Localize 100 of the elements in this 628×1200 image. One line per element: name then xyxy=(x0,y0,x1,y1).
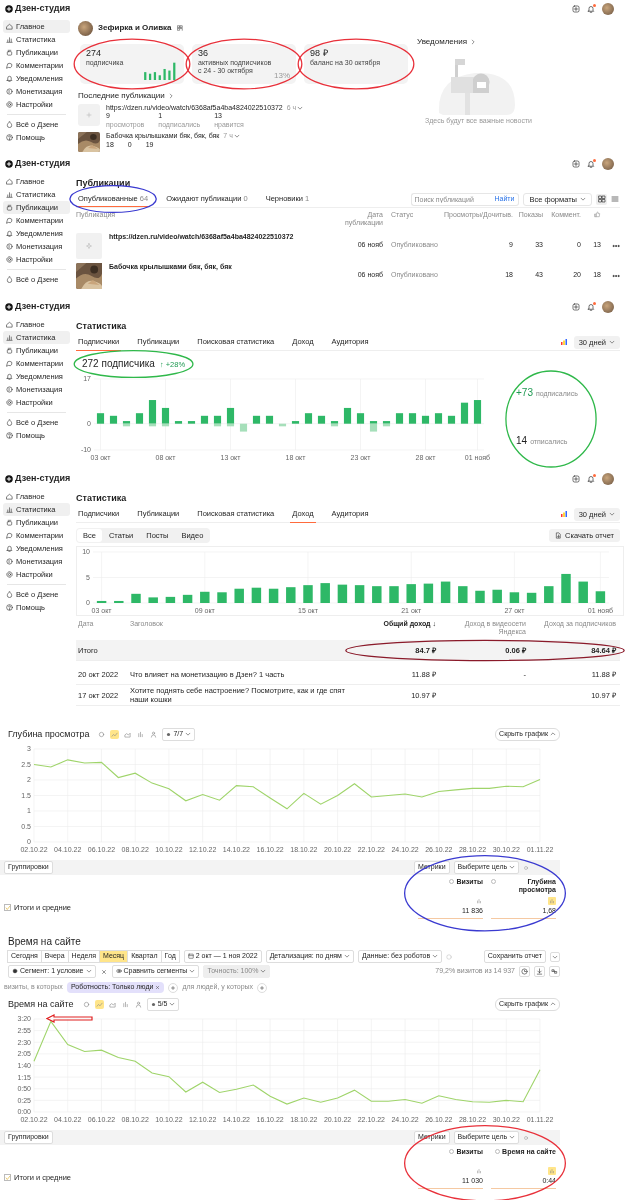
chart-toggle-button[interactable] xyxy=(475,1167,483,1175)
chart-bar xyxy=(526,592,537,603)
app-title: Дзен-студия xyxy=(15,473,71,484)
grid-view-button[interactable] xyxy=(596,193,607,205)
bell-icon xyxy=(587,302,595,311)
check-icon xyxy=(4,1174,11,1181)
chart-bar xyxy=(286,587,296,603)
avatar[interactable] xyxy=(602,157,614,170)
add-icon xyxy=(170,984,177,991)
chart-bar xyxy=(234,588,244,603)
app-title: Дзен-студия xyxy=(15,301,71,312)
home-icon xyxy=(6,493,13,500)
line-chart-icon xyxy=(111,731,119,738)
plus-circle-icon xyxy=(5,474,13,483)
chart-bar xyxy=(460,402,469,424)
chart-bar xyxy=(320,583,330,603)
person-button[interactable] xyxy=(149,730,159,739)
avatar[interactable] xyxy=(602,2,614,15)
pie-chart-icon xyxy=(98,731,106,738)
person-button[interactable] xyxy=(133,1000,143,1009)
stack-icon xyxy=(6,347,13,354)
chart-bar xyxy=(252,415,261,424)
add-icon xyxy=(259,984,266,991)
person-icon xyxy=(150,731,158,738)
bar-chart-button[interactable] xyxy=(120,1000,130,1009)
chevron-down-icon xyxy=(185,731,192,738)
chart-bar xyxy=(544,586,554,603)
flame-icon xyxy=(6,419,13,426)
close-icon xyxy=(155,985,161,990)
chart-bar xyxy=(96,600,107,603)
chevron-down-icon xyxy=(189,968,196,975)
calendar-icon xyxy=(187,953,194,960)
chevron-right-icon xyxy=(167,93,174,99)
chart-bar xyxy=(395,413,404,424)
chevron-down-icon xyxy=(260,968,267,975)
bar-chart-icon xyxy=(121,1001,129,1008)
coin-icon xyxy=(6,386,13,393)
chart-bar xyxy=(389,586,399,603)
notifications-button[interactable] xyxy=(587,159,595,168)
coin-icon xyxy=(6,558,13,565)
chart-toggle-button[interactable] xyxy=(475,897,483,905)
chart-bar xyxy=(109,415,118,424)
avatar[interactable] xyxy=(602,300,614,313)
area-chart-button[interactable] xyxy=(123,730,133,739)
sparkle-icon xyxy=(85,241,93,250)
add-button[interactable] xyxy=(572,159,580,168)
notifications-link[interactable]: Уведомления xyxy=(417,37,607,47)
chevron-up-icon xyxy=(550,1001,556,1008)
clock-button[interactable] xyxy=(519,966,530,977)
area-chart-icon xyxy=(108,1001,116,1008)
page-title: Статистика xyxy=(76,321,128,333)
bar-chart-button[interactable] xyxy=(136,730,146,739)
settings-icon xyxy=(6,571,13,578)
add-button[interactable] xyxy=(572,302,580,311)
notifications-button[interactable] xyxy=(587,4,595,13)
comment-icon xyxy=(6,360,13,367)
dropdown-button[interactable] xyxy=(550,951,560,962)
chart-toggle-button[interactable] xyxy=(548,1167,556,1175)
add-icon xyxy=(572,159,580,168)
chart-bar xyxy=(265,415,274,424)
bar-chart-icon xyxy=(549,1168,555,1174)
plus-circle-icon xyxy=(5,302,13,311)
chart-title: Глубина просмотра xyxy=(8,729,90,740)
section-link[interactable]: Последние публикации xyxy=(78,91,417,101)
qr-code-icon xyxy=(176,25,183,31)
plus-icon xyxy=(85,111,93,119)
chart-toggle-button[interactable] xyxy=(548,897,556,905)
line-chart-button[interactable] xyxy=(94,1000,104,1009)
checkbox[interactable] xyxy=(4,1174,11,1181)
chart-bar xyxy=(291,421,300,424)
line-chart-button[interactable] xyxy=(110,730,120,739)
share-button[interactable] xyxy=(549,966,560,977)
chart-bar xyxy=(278,423,287,427)
add-button[interactable] xyxy=(572,474,580,483)
add-button[interactable] xyxy=(572,4,580,13)
flame-icon xyxy=(6,276,13,283)
bar-chart-icon xyxy=(137,731,145,738)
chart-bar xyxy=(148,597,158,603)
avatar[interactable] xyxy=(602,472,614,485)
chevron-down-icon xyxy=(343,953,350,960)
chart-bar xyxy=(200,591,210,603)
notifications-button[interactable] xyxy=(587,474,595,483)
chart-bar xyxy=(492,589,502,603)
pie-chart-button[interactable] xyxy=(97,730,107,739)
download-button[interactable] xyxy=(534,966,545,977)
chart-bar xyxy=(251,587,262,603)
add-icon xyxy=(572,302,580,311)
close-button[interactable] xyxy=(99,967,108,976)
checkbox[interactable] xyxy=(4,904,11,911)
pie-chart-button[interactable] xyxy=(81,1000,91,1009)
area-chart-icon xyxy=(124,731,132,738)
comment-icon xyxy=(6,62,13,69)
bell-icon xyxy=(6,230,13,237)
area-chart-button[interactable] xyxy=(107,1000,117,1009)
settings-icon xyxy=(6,399,13,406)
bell-icon xyxy=(587,474,595,483)
download-icon xyxy=(536,968,543,975)
share-icon xyxy=(551,968,558,975)
notifications-button[interactable] xyxy=(587,302,595,311)
pie-chart-icon xyxy=(12,968,18,975)
